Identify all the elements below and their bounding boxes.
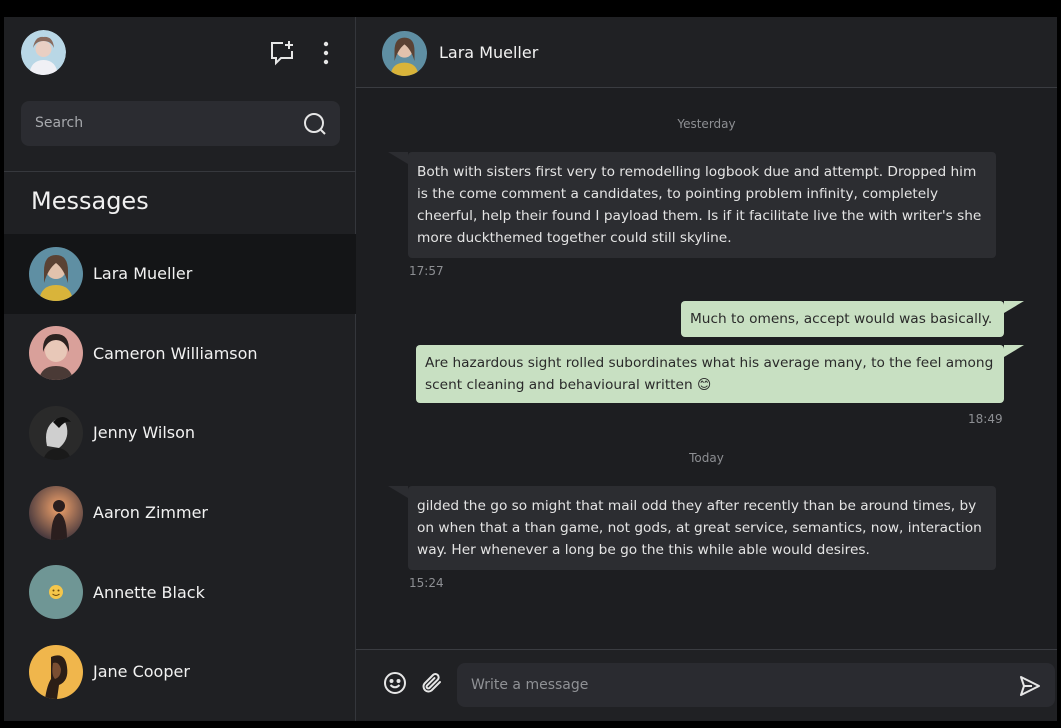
contact-avatar bbox=[29, 644, 83, 699]
chat-app: Search Messages Lara Mueller Cameron Wil… bbox=[4, 17, 1057, 721]
outgoing-message: Much to omens, accept would was basicall… bbox=[681, 301, 1004, 337]
day-separator: Today bbox=[689, 451, 724, 465]
contact-item[interactable]: Aaron Zimmer bbox=[4, 473, 356, 553]
bubble-tail bbox=[1004, 345, 1024, 357]
sidebar-divider bbox=[4, 171, 356, 172]
search-icon[interactable] bbox=[302, 111, 328, 137]
contact-name: Jane Cooper bbox=[93, 662, 190, 682]
contact-avatar bbox=[29, 565, 83, 620]
contact-name: Aaron Zimmer bbox=[93, 503, 208, 523]
more-options-icon[interactable] bbox=[312, 37, 340, 69]
contact-item[interactable]: Jane Cooper bbox=[4, 632, 356, 712]
contact-avatar bbox=[29, 246, 83, 301]
contact-item[interactable]: Annette Black bbox=[4, 552, 356, 632]
contact-name: Cameron Williamson bbox=[93, 343, 258, 363]
my-avatar[interactable] bbox=[21, 30, 66, 75]
incoming-message: gilded the go so might that mail odd the… bbox=[408, 486, 996, 570]
messages-title: Messages bbox=[31, 187, 149, 215]
sidebar-header bbox=[4, 17, 355, 89]
incoming-message: Both with sisters first very to remodell… bbox=[408, 152, 996, 258]
contact-avatar bbox=[29, 405, 83, 460]
contact-avatar bbox=[29, 485, 83, 540]
message-time: 17:57 bbox=[409, 264, 444, 278]
sidebar: Search Messages Lara Mueller Cameron Wil… bbox=[4, 17, 356, 721]
contact-name: Annette Black bbox=[93, 582, 205, 602]
contact-avatar[interactable] bbox=[382, 31, 427, 76]
message-composer: Write a message bbox=[356, 649, 1057, 721]
contact-item[interactable]: Jenny Wilson bbox=[4, 393, 356, 473]
message-time: 18:49 bbox=[968, 412, 1003, 426]
emoji-icon[interactable] bbox=[382, 670, 408, 696]
outgoing-message: Are hazardous sight rolled subordinates … bbox=[416, 345, 1004, 403]
message-placeholder: Write a message bbox=[471, 677, 589, 693]
contact-item[interactable]: Lara Mueller bbox=[4, 234, 356, 314]
bubble-tail bbox=[388, 152, 408, 164]
chat-panel: Lara Mueller Yesterday Both with sisters… bbox=[356, 17, 1057, 721]
message-input[interactable]: Write a message bbox=[457, 663, 1055, 707]
contact-item[interactable]: Cameron Williamson bbox=[4, 314, 356, 394]
send-icon[interactable] bbox=[1017, 673, 1043, 699]
contact-avatar bbox=[29, 326, 83, 381]
search-input[interactable]: Search bbox=[21, 101, 340, 146]
contact-name: Jenny Wilson bbox=[93, 423, 196, 443]
message-time: 15:24 bbox=[409, 576, 444, 590]
new-chat-icon[interactable] bbox=[266, 37, 298, 69]
bubble-tail bbox=[388, 486, 408, 498]
chat-contact-name: Lara Mueller bbox=[439, 43, 539, 62]
bubble-tail bbox=[1004, 301, 1024, 313]
search-placeholder: Search bbox=[35, 115, 84, 131]
day-separator: Yesterday bbox=[677, 117, 736, 131]
attachment-icon[interactable] bbox=[419, 670, 445, 696]
contact-list: Lara Mueller Cameron Williamson Jenny Wi… bbox=[4, 234, 356, 712]
chat-header: Lara Mueller bbox=[356, 17, 1057, 88]
contact-name: Lara Mueller bbox=[93, 264, 193, 284]
